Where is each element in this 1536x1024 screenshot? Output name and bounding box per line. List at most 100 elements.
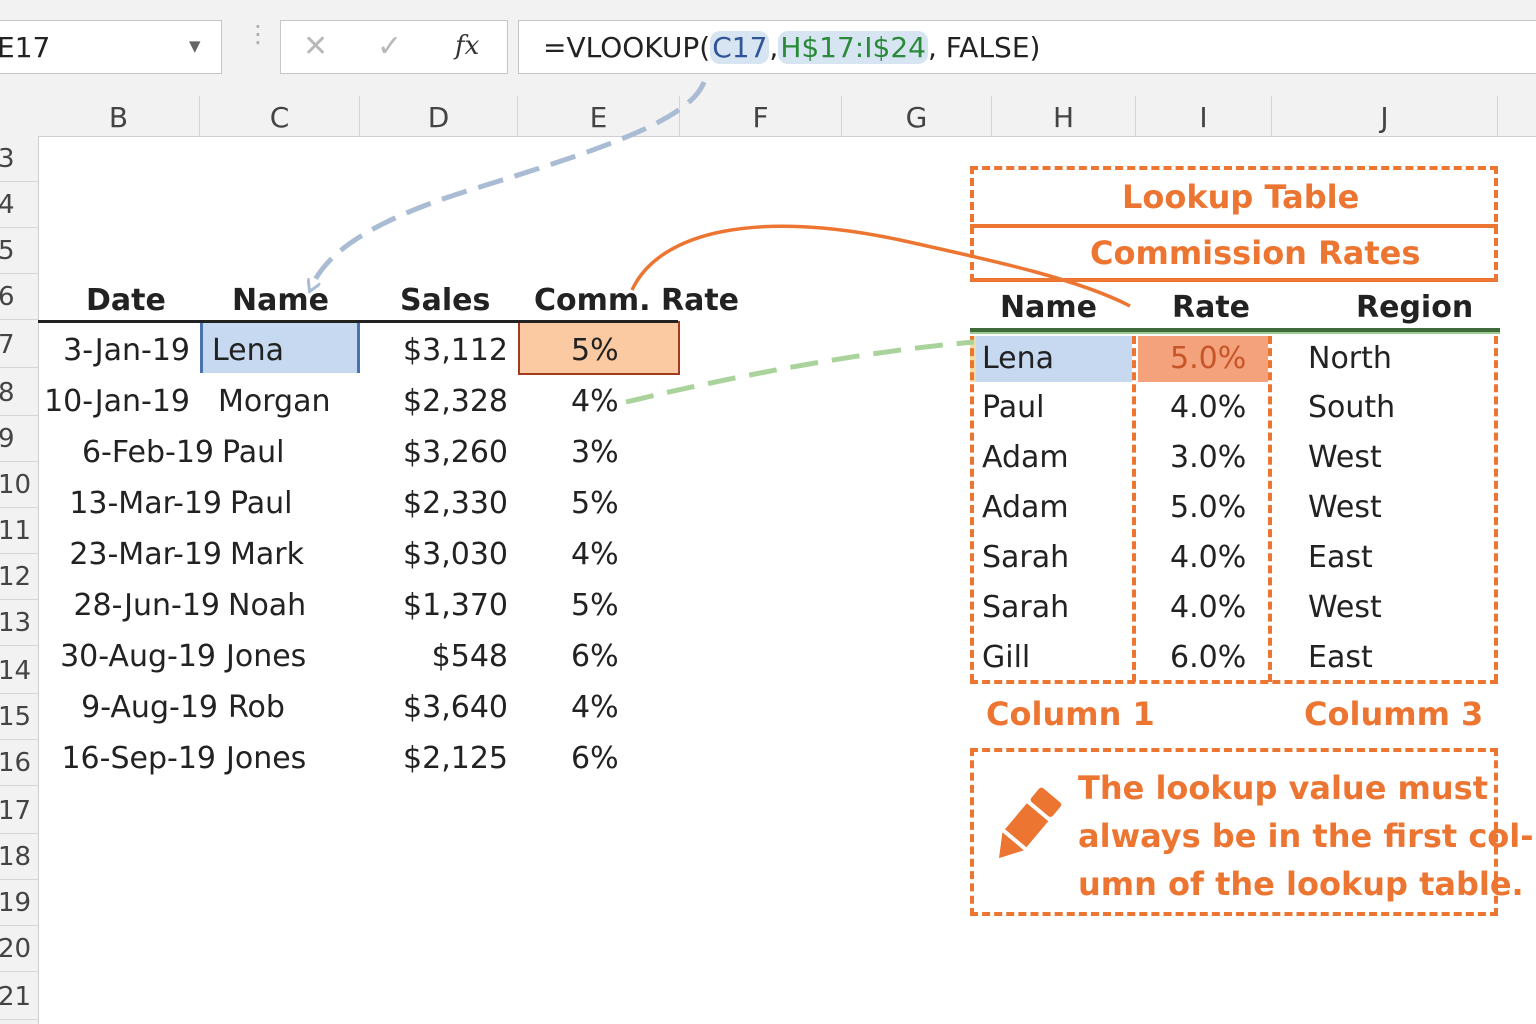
lookup-table-subtitle: Commission Rates — [1090, 234, 1421, 272]
cell-name[interactable]: Paul — [230, 486, 292, 521]
cell-date[interactable]: 13-Mar-19 — [69, 486, 222, 521]
cell-rate[interactable]: 4% — [571, 537, 619, 572]
row-header[interactable]: 12 — [0, 554, 38, 600]
row-header[interactable]: 10 — [0, 462, 38, 508]
row-header[interactable]: 15 — [0, 694, 38, 740]
row-header[interactable]: 11 — [0, 508, 38, 554]
lookup-cell-region[interactable]: North — [1308, 341, 1392, 376]
cell-name[interactable]: Jones — [226, 741, 306, 776]
lookup-header-name: Name — [1000, 290, 1097, 325]
lookup-cell-rate[interactable]: 4.0% — [1170, 540, 1246, 575]
column-header-h[interactable]: H — [992, 96, 1136, 136]
row-header[interactable]: 5 — [0, 228, 38, 274]
lookup-cell-region[interactable]: East — [1308, 540, 1373, 575]
row-header[interactable]: 9 — [0, 416, 38, 462]
cell-date[interactable]: 10-Jan-19 — [44, 384, 190, 419]
lookup-cell-region[interactable]: West — [1308, 440, 1382, 475]
row-header[interactable]: 20 — [0, 926, 38, 972]
cell-sales[interactable]: $2,125 — [403, 741, 508, 776]
column-header-d[interactable]: D — [360, 96, 518, 136]
row-header[interactable]: 16 — [0, 740, 38, 786]
lookup-cell-name[interactable]: Sarah — [982, 540, 1069, 575]
row-header[interactable]: 14 — [0, 648, 38, 694]
cell-rate[interactable]: 5% — [571, 588, 619, 623]
lookup-cell-name[interactable]: Paul — [982, 390, 1044, 425]
cell-sales[interactable]: $548 — [432, 639, 508, 674]
column-header-i[interactable]: I — [1136, 96, 1272, 136]
formula-input[interactable]: =VLOOKUP(C17,H$17:I$24, FALSE) — [518, 20, 1536, 74]
lookup-cell-rate[interactable]: 5.0% — [1170, 341, 1246, 376]
drag-handle-icon[interactable]: ⋮ — [246, 22, 270, 64]
row-header[interactable]: 6 — [0, 274, 38, 320]
cell-date[interactable]: 30-Aug-19 — [60, 639, 216, 674]
cell-sales[interactable]: $3,640 — [403, 690, 508, 725]
cell-rate[interactable]: 3% — [571, 435, 619, 470]
row-header[interactable]: 21 — [0, 974, 38, 1020]
cell-sales[interactable]: $1,370 — [403, 588, 508, 623]
lookup-cell-name[interactable]: Gill — [982, 640, 1030, 675]
cell-name[interactable]: Rob — [228, 690, 285, 725]
cell-rate[interactable]: 6% — [571, 741, 619, 776]
cell-sales[interactable]: $3,030 — [403, 537, 508, 572]
column-header-bar: B C D E F G H I J — [0, 96, 1536, 137]
cell-sales[interactable]: $2,330 — [403, 486, 508, 521]
cell-date[interactable]: 16-Sep-19 — [61, 741, 216, 776]
column-header-e[interactable]: E — [518, 96, 680, 136]
cell-sales[interactable]: $3,260 — [403, 435, 508, 470]
lookup-cell-name[interactable]: Adam — [982, 490, 1069, 525]
cell-name[interactable]: Jones — [226, 639, 306, 674]
cell-date[interactable]: 23-Mar-19 — [69, 537, 222, 572]
lookup-cell-name[interactable]: Adam — [982, 440, 1069, 475]
cell-rate[interactable]: 5% — [571, 486, 619, 521]
lookup-cell-name[interactable]: Lena — [982, 341, 1054, 376]
cell-date[interactable]: 6-Feb-19 — [82, 435, 214, 470]
row-header[interactable]: 8 — [0, 370, 38, 416]
row-header[interactable]: 19 — [0, 880, 38, 926]
name-box[interactable]: E17 ▼ — [0, 20, 222, 74]
formula-bar: E17 ▼ ⋮ ✕ ✓ fx =VLOOKUP(C17,H$17:I$24, F… — [0, 0, 1536, 97]
lookup-cell-name[interactable]: Sarah — [982, 590, 1069, 625]
column-header-b[interactable]: B — [38, 96, 200, 136]
note-line: umn of the lookup table. — [1078, 865, 1524, 903]
lookup-cell-rate[interactable]: 5.0% — [1170, 490, 1246, 525]
cell-sales[interactable]: $3,112 — [403, 333, 508, 368]
row-header[interactable]: 18 — [0, 834, 38, 880]
lookup-cell-region[interactable]: West — [1308, 590, 1382, 625]
cell-name[interactable]: Morgan — [218, 384, 331, 419]
check-icon[interactable]: ✓ — [377, 29, 402, 64]
row-header[interactable]: 4 — [0, 182, 38, 228]
lookup-cell-rate[interactable]: 6.0% — [1170, 640, 1246, 675]
row-header[interactable]: 13 — [0, 600, 38, 646]
cell-date[interactable]: 9-Aug-19 — [81, 690, 218, 725]
lookup-cell-region[interactable]: South — [1308, 390, 1395, 425]
column-header-g[interactable]: G — [842, 96, 992, 136]
cell-rate[interactable]: 6% — [571, 639, 619, 674]
row-header[interactable]: 7 — [0, 322, 38, 368]
cell-name[interactable]: Paul — [222, 435, 284, 470]
title-divider — [970, 224, 1498, 228]
close-icon[interactable]: ✕ — [303, 29, 328, 64]
cell-rate[interactable]: 4% — [571, 690, 619, 725]
lookup-cell-rate[interactable]: 4.0% — [1170, 590, 1246, 625]
lookup-cell-region[interactable]: East — [1308, 640, 1373, 675]
cell-name[interactable]: Lena — [212, 333, 284, 368]
cell-date[interactable]: 3-Jan-19 — [63, 333, 190, 368]
cell-date[interactable]: 28-Jun-19 — [73, 588, 220, 623]
fx-icon[interactable]: fx — [455, 31, 479, 61]
row-header[interactable]: 3 — [0, 136, 38, 182]
cell-name[interactable]: Mark — [230, 537, 304, 572]
lookup-cell-region[interactable]: West — [1308, 490, 1382, 525]
column-header-j[interactable]: J — [1272, 96, 1498, 136]
lookup-bottom-border — [970, 680, 1498, 684]
column-header-f[interactable]: F — [680, 96, 842, 136]
lookup-cell-rate[interactable]: 3.0% — [1170, 440, 1246, 475]
chevron-down-icon[interactable]: ▼ — [189, 37, 201, 55]
lookup-header-rate: Rate — [1172, 290, 1251, 325]
lookup-cell-rate[interactable]: 4.0% — [1170, 390, 1246, 425]
cell-rate[interactable]: 4% — [571, 384, 619, 419]
cell-sales[interactable]: $2,328 — [403, 384, 508, 419]
column-header-c[interactable]: C — [200, 96, 360, 136]
cell-rate[interactable]: 5% — [571, 333, 619, 368]
cell-name[interactable]: Noah — [228, 588, 306, 623]
row-header[interactable]: 17 — [0, 788, 38, 834]
